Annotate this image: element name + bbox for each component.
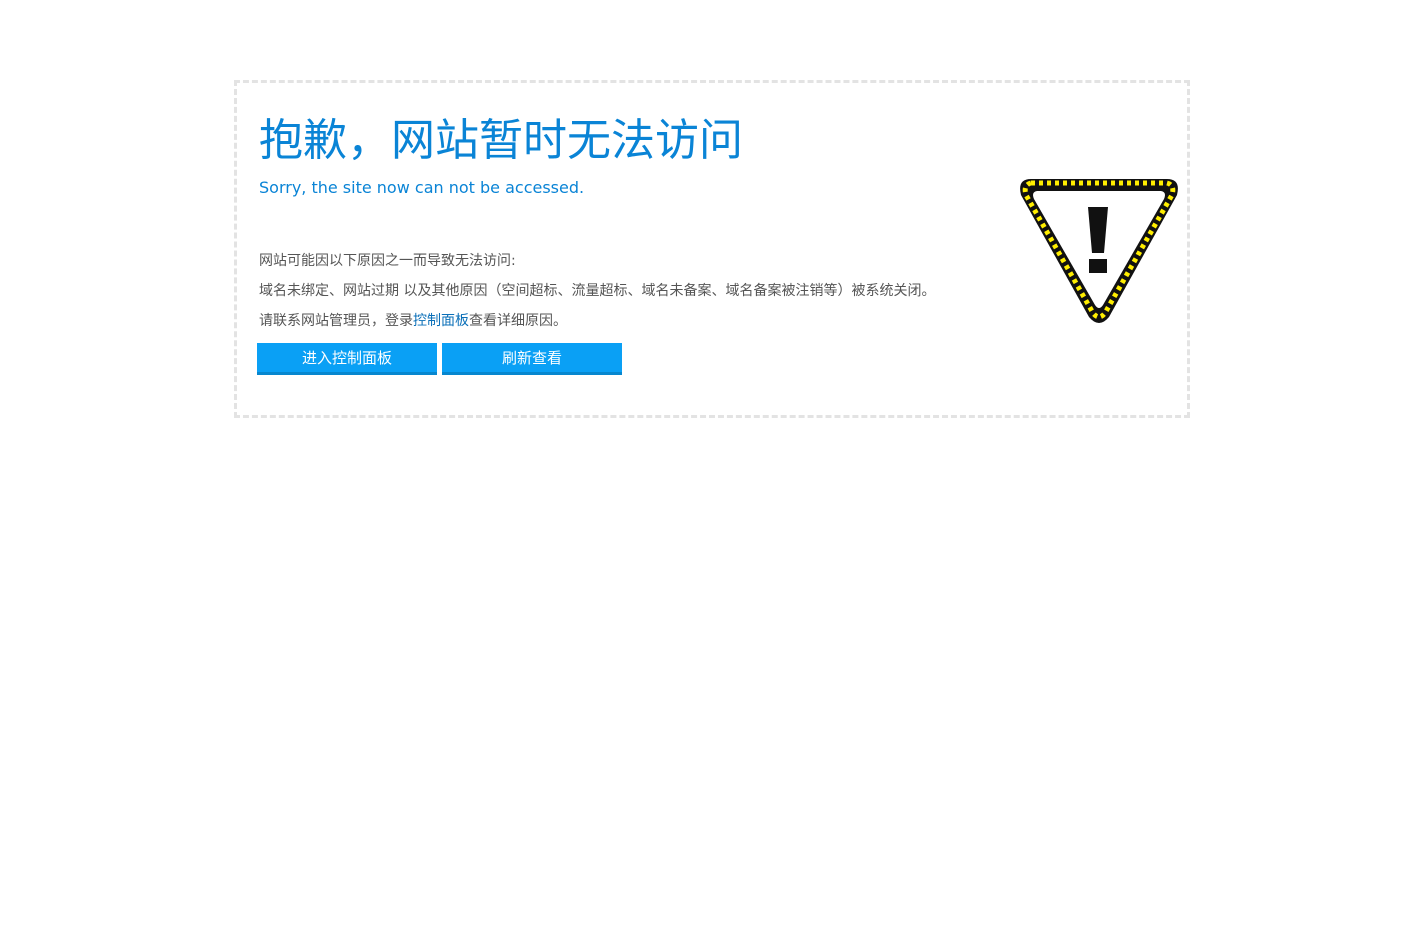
reasons-detail: 域名未绑定、网站过期 以及其他原因（空间超标、流量超标、域名未备案、域名备案被注… <box>259 283 936 299</box>
warning-triangle-icon <box>1020 179 1178 323</box>
contact-line: 请联系网站管理员，登录控制面板查看详细原因。 <box>259 306 935 336</box>
contact-prefix: 请联系网站管理员，登录 <box>259 313 413 329</box>
contact-suffix: 查看详细原因。 <box>469 313 567 329</box>
page-subtitle: Sorry, the site now can not be accessed. <box>259 178 585 197</box>
reasons-list: 网站可能因以下原因之一而导致无法访问: 域名未绑定、网站过期 以及其他原因（空间… <box>259 246 935 336</box>
page-title: 抱歉，网站暂时无法访问 <box>259 115 743 166</box>
enter-control-panel-button[interactable]: 进入控制面板 <box>257 343 437 375</box>
refresh-button[interactable]: 刷新查看 <box>442 343 622 375</box>
control-panel-link[interactable]: 控制面板 <box>413 313 469 329</box>
reasons-intro: 网站可能因以下原因之一而导致无法访问: <box>259 253 516 269</box>
error-panel: 抱歉，网站暂时无法访问 Sorry, the site now can not … <box>234 80 1190 418</box>
